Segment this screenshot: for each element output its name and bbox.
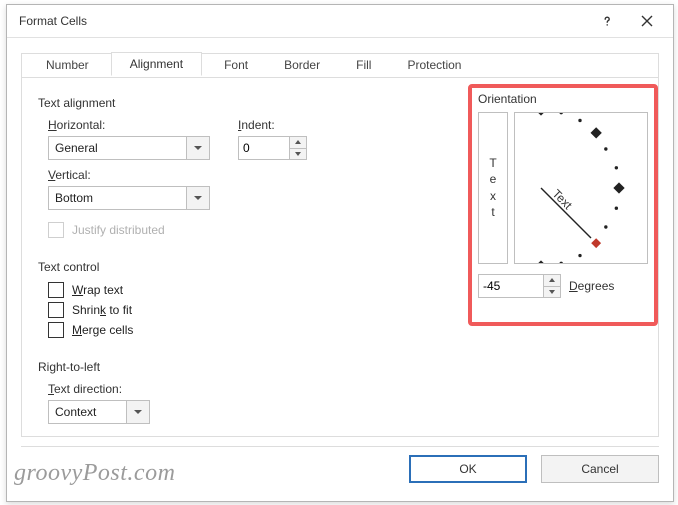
checkbox-box xyxy=(48,222,64,238)
degrees-down[interactable] xyxy=(544,287,560,298)
format-cells-dialog: Format Cells Number Alignment Font Borde… xyxy=(6,4,674,502)
degrees-label: Degrees xyxy=(569,279,614,293)
wrap-text-label: Wrap text xyxy=(72,283,123,297)
justify-distributed-label: Justify distributed xyxy=(72,223,165,237)
orientation-dial[interactable]: Text xyxy=(514,112,648,264)
orientation-highlight: Orientation T e x t xyxy=(468,84,658,326)
dialog-body: Number Alignment Font Border Fill Protec… xyxy=(21,53,659,437)
triangle-up-icon xyxy=(549,278,555,282)
checkbox-box[interactable] xyxy=(48,302,64,318)
vertical-label: Vertical: xyxy=(48,168,338,182)
tab-alignment[interactable]: Alignment xyxy=(111,52,202,76)
checkbox-box[interactable] xyxy=(48,322,64,338)
tab-font[interactable]: Font xyxy=(210,53,262,77)
justify-distributed-checkbox: Justify distributed xyxy=(48,222,338,238)
indent-up[interactable] xyxy=(290,137,306,149)
window-title: Format Cells xyxy=(19,14,587,28)
help-icon xyxy=(601,15,613,27)
shrink-label: Shrink to fit xyxy=(72,303,132,317)
chevron-down-icon xyxy=(193,143,203,153)
title-bar: Format Cells xyxy=(7,5,673,38)
text-alignment-label: Text alignment xyxy=(38,96,338,110)
text-direction-combo[interactable]: Context xyxy=(48,400,150,424)
cancel-button[interactable]: Cancel xyxy=(541,455,659,483)
combo-dropdown-button[interactable] xyxy=(186,137,209,159)
vertical-value: Bottom xyxy=(49,191,186,205)
tab-protection[interactable]: Protection xyxy=(393,53,475,77)
indent-spinner[interactable] xyxy=(238,136,307,160)
degrees-spinner[interactable] xyxy=(478,274,561,298)
wrap-text-checkbox[interactable]: Wrap text xyxy=(48,282,338,298)
chevron-down-icon xyxy=(193,193,203,203)
degrees-up[interactable] xyxy=(544,275,560,287)
triangle-down-icon xyxy=(549,290,555,294)
vertical-combo[interactable]: Bottom xyxy=(48,186,210,210)
help-button[interactable] xyxy=(587,5,627,37)
horizontal-label: Horizontal: xyxy=(48,118,210,132)
triangle-up-icon xyxy=(295,140,301,144)
combo-dropdown-button[interactable] xyxy=(186,187,209,209)
dialog-buttons: OK Cancel xyxy=(21,446,659,491)
indent-down[interactable] xyxy=(290,149,306,160)
close-button[interactable] xyxy=(627,5,667,37)
combo-dropdown-button[interactable] xyxy=(126,401,149,423)
text-control-label: Text control xyxy=(38,260,338,274)
orientation-label: Orientation xyxy=(478,92,648,106)
text-direction-label: Text direction: xyxy=(48,382,338,396)
horizontal-combo[interactable]: General xyxy=(48,136,210,160)
indent-value[interactable] xyxy=(239,137,289,159)
shrink-to-fit-checkbox[interactable]: Shrink to fit xyxy=(48,302,338,318)
tab-fill[interactable]: Fill xyxy=(342,53,385,77)
merge-label: Merge cells xyxy=(72,323,133,337)
horizontal-value: General xyxy=(49,141,186,155)
indent-label: Indent: xyxy=(238,118,307,132)
orientation-vertical-text-button[interactable]: T e x t xyxy=(478,112,508,264)
checkbox-box[interactable] xyxy=(48,282,64,298)
text-direction-value: Context xyxy=(49,405,126,419)
close-icon xyxy=(641,15,653,27)
orientation-dial-svg: Text xyxy=(515,113,647,263)
degrees-value[interactable] xyxy=(479,275,543,297)
tab-border[interactable]: Border xyxy=(270,53,334,77)
chevron-down-icon xyxy=(133,407,143,417)
alignment-panel: Text alignment Horizontal: General Inden… xyxy=(22,78,658,436)
orientation-dial-word: Text xyxy=(549,187,575,213)
tab-number[interactable]: Number xyxy=(32,53,103,77)
triangle-down-icon xyxy=(295,152,301,156)
ok-button[interactable]: OK xyxy=(409,455,527,483)
tab-strip: Number Alignment Font Border Fill Protec… xyxy=(32,53,648,77)
merge-cells-checkbox[interactable]: Merge cells xyxy=(48,322,338,338)
rtl-label: Right-to-left xyxy=(38,360,338,374)
